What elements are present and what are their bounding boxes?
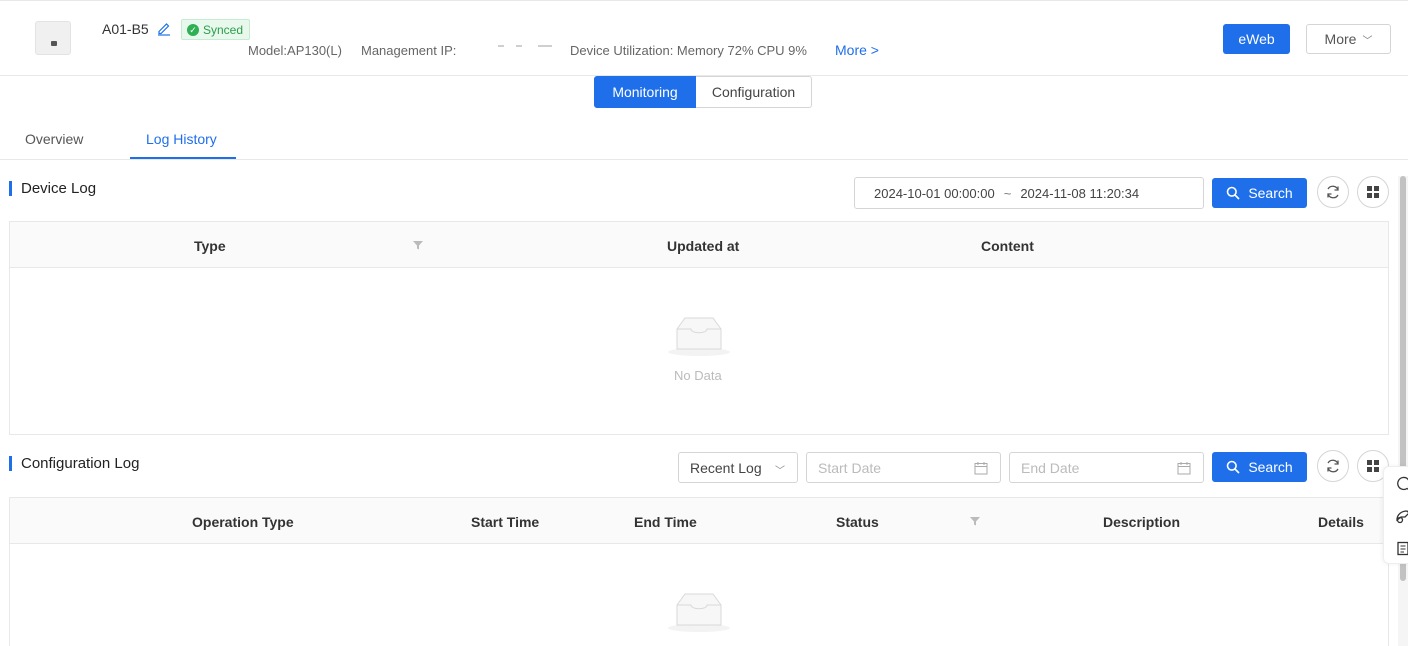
empty-inbox-icon — [668, 593, 730, 632]
column-operation-type: Operation Type — [192, 514, 294, 530]
device-log-title: Device Log — [9, 180, 96, 197]
device-image — [35, 21, 71, 55]
device-log-columns-button[interactable] — [1357, 176, 1389, 208]
tab-bar: Overview Log History — [0, 118, 1408, 160]
range-start: 2024-10-01 00:00:00 — [874, 185, 995, 201]
column-type: Type — [194, 238, 226, 254]
empty-state-text: No Data — [674, 368, 722, 383]
status-badge: ✓ Synced — [181, 19, 251, 40]
column-end-time: End Time — [634, 514, 697, 530]
configuration-log-table: Operation Type Start Time End Time Statu… — [9, 497, 1389, 646]
device-header: A01-B5 ✓ Synced Model:AP130(L) Managemen… — [0, 0, 1408, 76]
refresh-icon — [1327, 185, 1339, 199]
date-range-picker[interactable]: 2024-10-01 00:00:00 ~ 2024-11-08 11:20:3… — [854, 177, 1204, 209]
column-description: Description — [1103, 514, 1181, 530]
range-end: 2024-11-08 11:20:34 — [1020, 185, 1140, 201]
chat-icon[interactable] — [1395, 476, 1408, 492]
tab-overview[interactable]: Overview — [25, 131, 83, 147]
calendar-icon — [1177, 462, 1191, 475]
table-header: Operation Type Start Time End Time Statu… — [10, 498, 1388, 544]
end-date-input[interactable]: End Date — [1009, 452, 1204, 483]
column-details: Details — [1318, 514, 1364, 530]
device-log-table: Type Updated at Content No Data — [9, 221, 1389, 435]
configuration-log-title: Configuration Log — [9, 455, 139, 472]
column-start-time: Start Time — [471, 514, 540, 530]
grid-icon — [1367, 460, 1379, 472]
empty-inbox-icon — [668, 317, 730, 356]
column-content: Content — [981, 238, 1034, 254]
floating-toolbar — [1383, 466, 1408, 564]
table-header: Type Updated at Content — [10, 222, 1388, 268]
management-ip-label: Management IP: — [361, 43, 457, 58]
clipboard-icon[interactable] — [1395, 540, 1408, 556]
device-utilization: Device Utilization: Memory 72% CPU 9% — [570, 43, 807, 58]
device-log-refresh-button[interactable] — [1317, 176, 1349, 208]
log-history-page: A01-B5 ✓ Synced Model:AP130(L) Managemen… — [0, 0, 1408, 646]
refresh-icon — [1327, 459, 1339, 473]
feedback-icon[interactable] — [1395, 508, 1408, 524]
active-tab-indicator — [130, 157, 236, 159]
chevron-down-icon: ﹀ — [775, 466, 785, 477]
eweb-button[interactable]: eWeb — [1223, 24, 1290, 54]
filter-icon[interactable] — [970, 516, 980, 526]
monitoring-toggle[interactable]: Monitoring — [594, 76, 696, 108]
edit-icon[interactable] — [156, 20, 172, 36]
tab-log-history[interactable]: Log History — [146, 131, 217, 147]
column-updated-at: Updated at — [667, 238, 740, 254]
log-range-select[interactable]: Recent Log ﹀ — [678, 452, 798, 483]
grid-icon — [1367, 186, 1379, 198]
more-info-link[interactable]: More > — [835, 42, 879, 58]
config-log-refresh-button[interactable] — [1317, 450, 1349, 482]
check-circle-icon: ✓ — [187, 23, 199, 36]
filter-icon[interactable] — [413, 240, 423, 250]
search-icon — [1227, 186, 1240, 200]
device-model: Model:AP130(L) — [248, 43, 342, 58]
calendar-icon — [974, 462, 988, 475]
range-separator: ~ — [1003, 185, 1012, 201]
chevron-down-icon: ﹀ — [1362, 35, 1373, 47]
device-log-search-button[interactable]: Search — [1212, 178, 1307, 208]
device-name: A01-B5 — [102, 21, 149, 37]
search-icon — [1227, 460, 1240, 474]
management-ip-masked — [470, 45, 554, 51]
more-dropdown-button[interactable]: More ﹀ — [1306, 24, 1391, 54]
configuration-toggle[interactable]: Configuration — [696, 76, 812, 108]
config-log-search-button[interactable]: Search — [1212, 452, 1307, 482]
column-status: Status — [836, 514, 879, 530]
start-date-input[interactable]: Start Date — [806, 452, 1001, 483]
